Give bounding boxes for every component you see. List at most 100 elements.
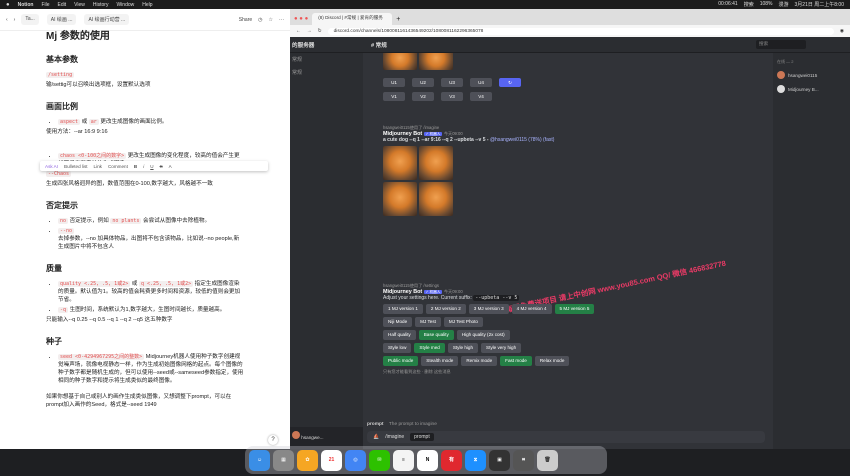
more-icon[interactable]: ··· <box>279 17 284 23</box>
notion-document[interactable]: Mj 参数的使用 基本参数 /setting 输/settig可以召唤出选项框，… <box>0 27 290 409</box>
stealth-mode-button[interactable]: Stealth mode <box>421 356 459 366</box>
notion-icon[interactable]: N <box>417 449 438 471</box>
dog-image[interactable] <box>419 146 453 180</box>
mj-version-5-button[interactable]: 5 MJ version 5 <box>554 304 595 314</box>
new-tab-icon[interactable]: + <box>396 16 400 23</box>
list-item: no 否定提示，例如 no plants 会尝试从图像中去除植物。 <box>58 217 244 225</box>
strike-button[interactable]: S <box>160 164 163 169</box>
tool-icon[interactable]: ⌗ <box>513 449 534 471</box>
v1-button[interactable]: V1 <box>383 92 405 101</box>
server-name[interactable]: 的服务器 <box>290 41 363 49</box>
dog-image[interactable] <box>383 53 417 70</box>
style-very-high-button[interactable]: Style very high <box>481 343 522 353</box>
forward-icon[interactable]: → <box>307 29 312 34</box>
notion-tab-1[interactable]: Ta... <box>21 14 39 25</box>
u2-button[interactable]: U2 <box>412 78 434 87</box>
base-quality-button[interactable]: Base quality <box>418 330 454 340</box>
window-controls-icon[interactable]: ● ● ● <box>294 16 308 22</box>
menubar-battery: 108% <box>759 1 773 7</box>
back-arrow-icon[interactable]: ‹ <box>6 17 8 23</box>
back-icon[interactable]: ← <box>296 29 301 34</box>
bold-button[interactable]: B <box>134 164 137 169</box>
menu-window[interactable]: Window <box>116 2 134 8</box>
prompt-argument[interactable]: prompt <box>410 433 434 441</box>
mj-version-1-button[interactable]: 1 MJ version 1 <box>383 304 423 314</box>
url-input[interactable]: discord.com/channels/1080081161436549202… <box>327 27 834 35</box>
style-low-button[interactable]: Style low <box>383 343 412 353</box>
menubar-search[interactable]: 搜索 <box>744 1 754 8</box>
mj-test-button[interactable]: MJ Test <box>415 317 441 327</box>
block-type-button[interactable]: Bulleted list <box>64 164 88 169</box>
relax-mode-button[interactable]: Relax mode <box>534 356 570 366</box>
color-button[interactable]: A <box>169 164 172 169</box>
u1-button[interactable]: U1 <box>383 78 405 87</box>
discord-search-input[interactable]: 搜索 <box>756 40 806 49</box>
share-button[interactable]: Share <box>239 17 252 23</box>
notes-icon[interactable]: ≡ <box>393 449 414 471</box>
wechat-icon[interactable]: ✉ <box>369 449 390 471</box>
dog-image[interactable] <box>383 146 417 180</box>
link-button[interactable]: Link <box>94 164 102 169</box>
style-high-button[interactable]: Style high <box>447 343 479 353</box>
apple-icon[interactable]: ● <box>6 2 10 8</box>
launchpad-icon[interactable]: ▦ <box>273 449 294 471</box>
style-med-button[interactable]: Style med <box>414 343 445 353</box>
remix-mode-button[interactable]: Remix mode <box>461 356 498 366</box>
reroll-icon[interactable]: ↻ <box>499 78 521 87</box>
menu-file[interactable]: File <box>41 2 49 8</box>
clock-icon[interactable]: ◷ <box>258 17 262 23</box>
message-input[interactable]: ⛵ /imagine prompt <box>367 431 765 443</box>
menu-help[interactable]: Help <box>142 2 152 8</box>
browser-tab-discord[interactable]: (8) Discord | #常规 | 爱肯的服务 <box>312 13 393 25</box>
star-icon[interactable]: ☆ <box>269 17 273 23</box>
photos-icon[interactable]: ✿ <box>297 449 318 471</box>
mac-dock: ☺ ▦ ✿ 21 ◎ ✉ ≡ N 有 ⧖ ▣ ⌗ 🗑 <box>245 446 607 474</box>
chrome-icon[interactable]: ◎ <box>345 449 366 471</box>
screen-icon[interactable]: ▣ <box>489 449 510 471</box>
mj-version-2-button[interactable]: 2 MJ version 2 <box>425 304 466 314</box>
sidebar-item[interactable]: 常规 <box>290 53 363 66</box>
menubar-roam[interactable]: 漫游 <box>779 1 789 8</box>
v2-button[interactable]: V2 <box>412 92 434 101</box>
notion-tab-3[interactable]: AI 绘画行动营 ... <box>84 14 130 25</box>
public-mode-button[interactable]: Public mode <box>383 356 419 366</box>
avatar <box>777 85 785 93</box>
mirror-icon[interactable]: ⧖ <box>465 449 486 471</box>
finder-icon[interactable]: ☺ <box>249 449 270 471</box>
mj-version-3-button[interactable]: 3 MJ version 3 <box>468 304 509 314</box>
imagine-result-message: hsangwei0115使用了 /imagine Midjourney Bot … <box>383 125 763 216</box>
sidebar-item[interactable]: 常规 <box>290 66 363 79</box>
u4-button[interactable]: U4 <box>470 78 492 87</box>
v3-button[interactable]: V3 <box>441 92 463 101</box>
comment-button[interactable]: Comment <box>108 164 128 169</box>
youdao-icon[interactable]: 有 <box>441 449 462 471</box>
member-list: 在线 — 2 hsangwei0115 Midjourney B... <box>773 53 850 449</box>
dog-image[interactable] <box>419 182 453 216</box>
fast-mode-button[interactable]: Fast mode <box>500 356 532 366</box>
member-item[interactable]: hsangwei0115 <box>777 71 846 79</box>
reload-icon[interactable]: ↻ <box>318 29 322 34</box>
half-quality-button[interactable]: Half quality <box>383 330 416 340</box>
menu-view[interactable]: View <box>74 2 85 8</box>
niji-mode-button[interactable]: Niji Mode <box>383 317 413 327</box>
mj-version-4-button[interactable]: 4 MJ version 4 <box>511 304 552 314</box>
menu-history[interactable]: History <box>93 2 109 8</box>
trash-icon[interactable]: 🗑 <box>537 449 558 471</box>
forward-arrow-icon[interactable]: › <box>14 17 16 23</box>
high-quality-button[interactable]: High quality (2x cost) <box>456 330 510 340</box>
profile-icon[interactable]: ◉ <box>840 29 844 34</box>
dog-image[interactable] <box>419 53 453 70</box>
underline-button[interactable]: U <box>150 164 153 169</box>
italic-button[interactable]: i <box>143 164 144 169</box>
menubar-app-name[interactable]: Notion <box>18 2 34 8</box>
v4-button[interactable]: V4 <box>470 92 492 101</box>
ask-ai-button[interactable]: Ask AI <box>45 164 58 169</box>
calendar-icon[interactable]: 21 <box>321 449 342 471</box>
mj-test-photo-button[interactable]: MJ Test Photo <box>443 317 483 327</box>
member-item[interactable]: Midjourney B... <box>777 85 846 93</box>
help-button[interactable]: ? <box>268 435 278 445</box>
u3-button[interactable]: U3 <box>441 78 463 87</box>
notion-tab-2[interactable]: AI 绘画 ... <box>46 14 77 25</box>
menu-edit[interactable]: Edit <box>58 2 67 8</box>
dog-image[interactable] <box>383 182 417 216</box>
